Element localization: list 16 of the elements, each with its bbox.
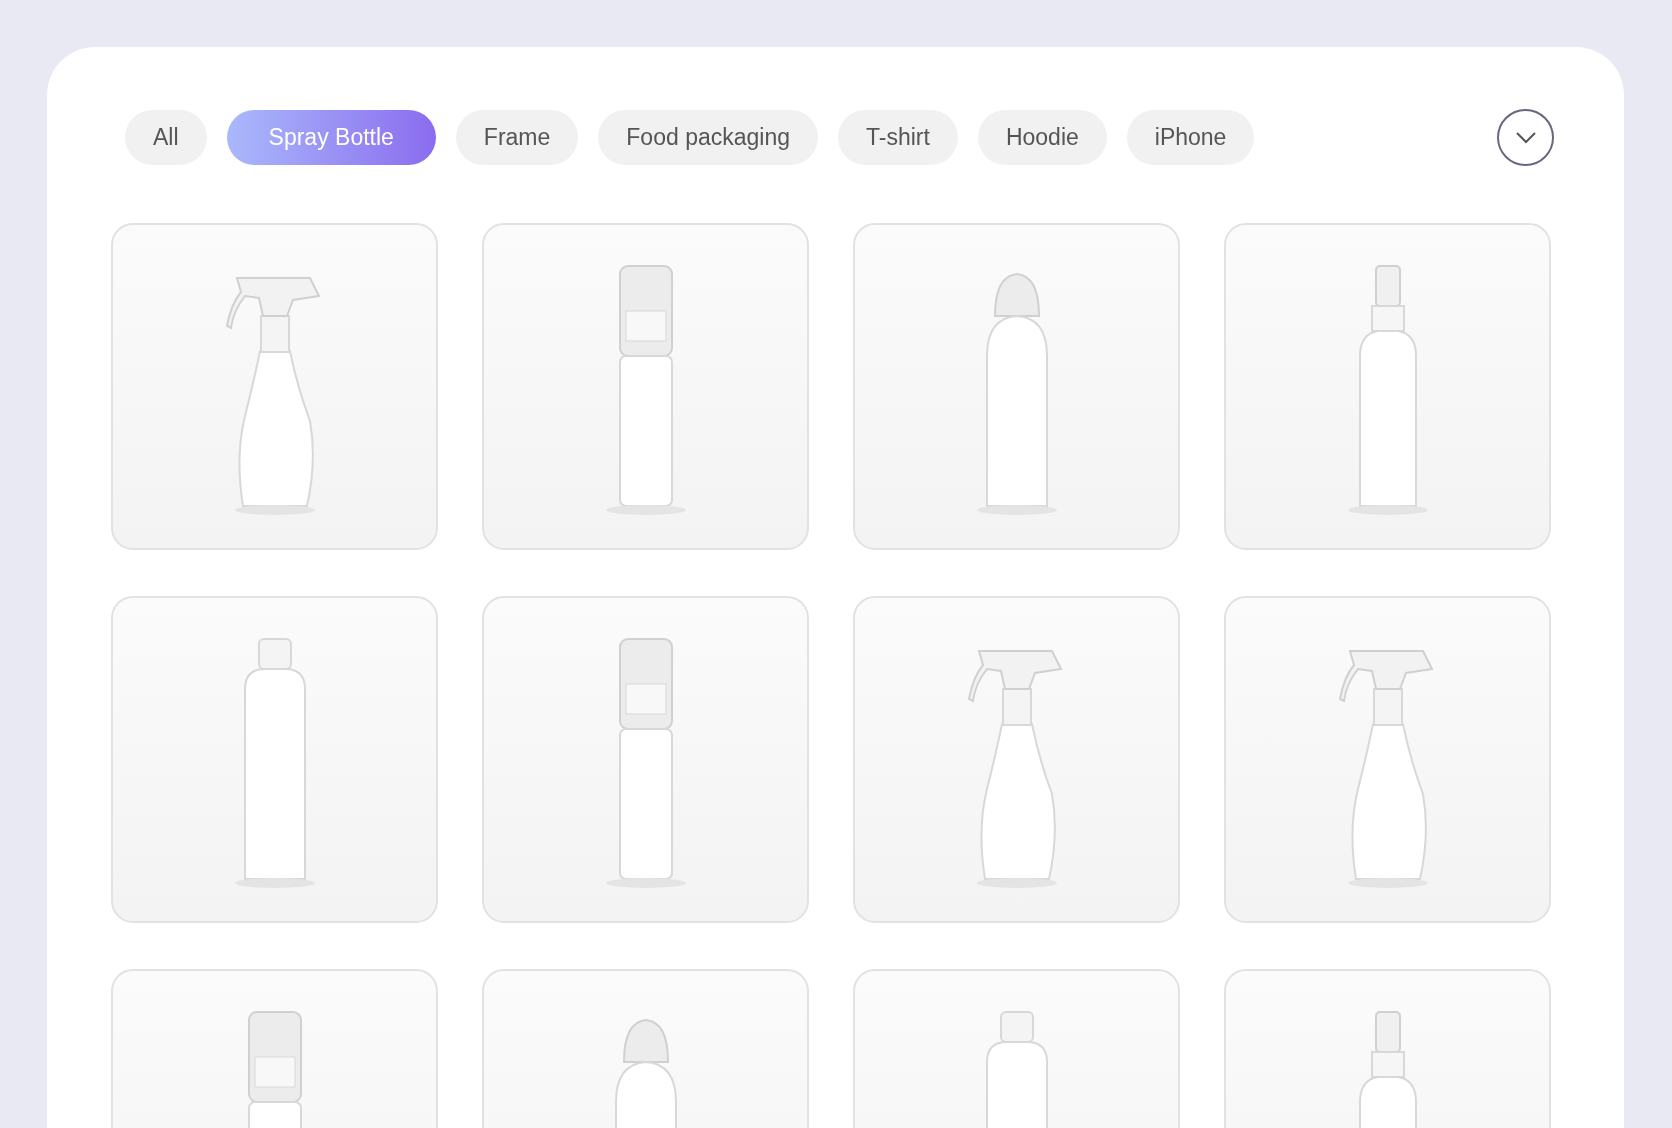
product-tile[interactable] [853,223,1180,550]
chevron-down-icon [1515,131,1536,144]
filter-tab[interactable]: Frame [455,110,579,165]
product-tile[interactable] [111,223,438,550]
filter-tab[interactable]: All [125,110,207,165]
product-tile[interactable] [1224,596,1551,923]
product-tile[interactable] [482,223,809,550]
filter-tab[interactable]: Food packaging [598,110,818,165]
filter-tab[interactable]: Hoodie [977,110,1107,165]
filter-tab[interactable]: iPhone [1126,110,1255,165]
filter-tab[interactable]: T-shirt [838,110,958,165]
product-tile[interactable] [1224,223,1551,550]
product-tile[interactable] [853,596,1180,923]
product-tile[interactable] [111,596,438,923]
product-tile[interactable] [482,596,809,923]
dropdown-button[interactable] [1497,109,1554,166]
